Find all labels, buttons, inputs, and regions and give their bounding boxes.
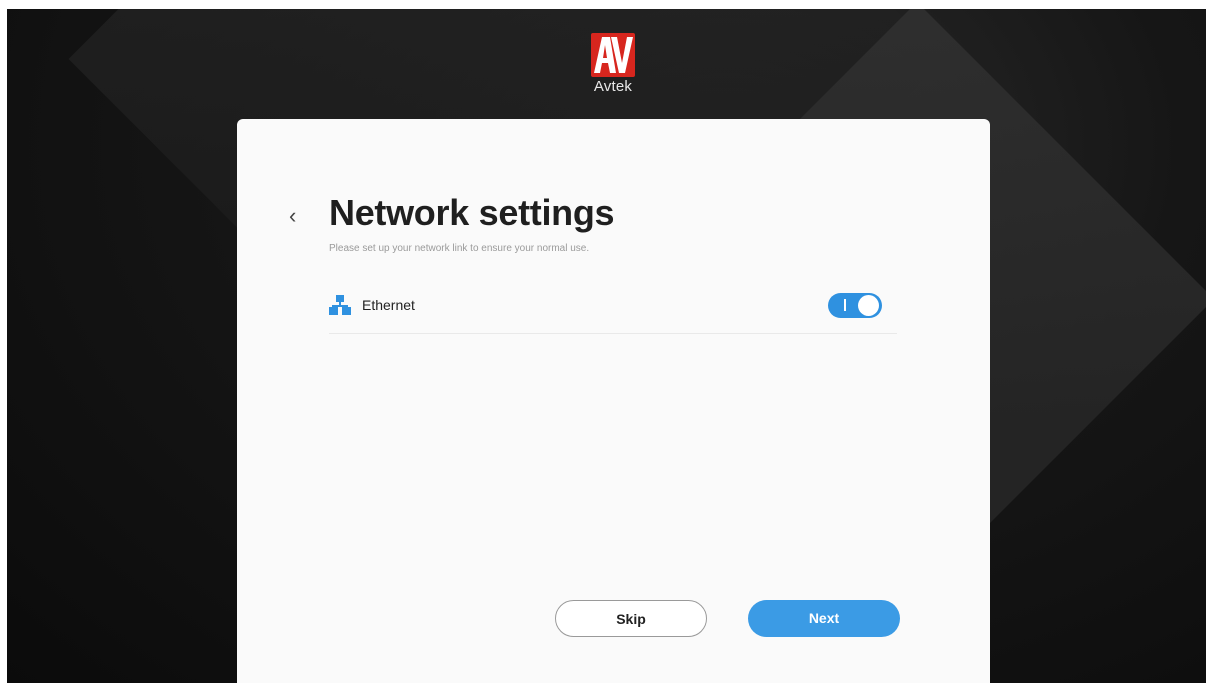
page-title: Network settings — [329, 192, 615, 233]
network-settings-card: ‹ Network settings Please set up your ne… — [237, 119, 990, 683]
network-item-label: Ethernet — [362, 297, 415, 313]
skip-button[interactable]: Skip — [555, 600, 707, 637]
avtek-logo-icon — [591, 33, 635, 77]
next-button[interactable]: Next — [748, 600, 900, 637]
toggle-on-mark — [844, 299, 846, 311]
back-button[interactable]: ‹ — [289, 202, 309, 230]
setup-screen: Avtek ‹ Network settings Please set up y… — [7, 9, 1206, 683]
brand-name: Avtek — [593, 78, 633, 95]
page-subtitle: Please set up your network link to ensur… — [329, 243, 590, 254]
ethernet-network-icon — [329, 295, 351, 315]
chevron-left-icon: ‹ — [289, 203, 297, 228]
network-item-ethernet[interactable]: Ethernet — [329, 281, 897, 334]
brand-logo: Avtek — [591, 33, 635, 95]
ethernet-toggle[interactable] — [828, 293, 882, 318]
toggle-knob — [858, 295, 879, 316]
